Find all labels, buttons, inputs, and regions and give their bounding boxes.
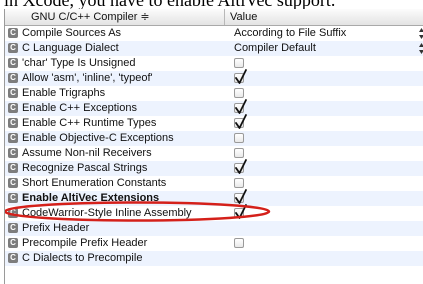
- setting-name: Enable Objective-C Exceptions: [22, 132, 174, 144]
- setting-name: Enable C++ Exceptions: [22, 102, 137, 114]
- checkbox-checked[interactable]: [234, 69, 247, 84]
- setting-name: Enable Trigraphs: [22, 87, 106, 99]
- column-header-value[interactable]: Value: [230, 9, 257, 25]
- table-row[interactable]: C C Dialects to Precompile: [5, 251, 423, 266]
- table-row[interactable]: C Enable C++ Runtime Types: [5, 114, 423, 131]
- checkbox-checked[interactable]: [234, 159, 247, 174]
- checkbox-unchecked[interactable]: [234, 178, 244, 188]
- checkbox-checked[interactable]: [234, 99, 247, 114]
- checkbox-unchecked[interactable]: [234, 148, 244, 158]
- setting-name: Assume Non-nil Receivers: [22, 147, 152, 159]
- checkbox-checked[interactable]: [234, 189, 247, 204]
- category-c-icon: C: [8, 73, 18, 83]
- category-c-icon: C: [8, 148, 18, 158]
- category-c-icon: C: [8, 178, 18, 188]
- setting-name: Prefix Header: [22, 222, 90, 234]
- checkbox-checked[interactable]: [234, 204, 247, 219]
- setting-name: Allow 'asm', 'inline', 'typeof': [22, 72, 153, 84]
- checkbox-unchecked[interactable]: [234, 58, 244, 68]
- setting-name: 'char' Type Is Unsigned: [22, 57, 136, 69]
- category-c-icon: C: [8, 253, 18, 263]
- category-c-icon: C: [8, 103, 18, 113]
- category-c-icon: C: [8, 58, 18, 68]
- table-row[interactable]: C Compile Sources As According to File Suf…: [5, 26, 423, 41]
- category-c-icon: C: [8, 208, 18, 218]
- category-c-icon: C: [8, 223, 18, 233]
- setting-name: Enable C++ Runtime Types: [22, 117, 157, 129]
- caption-text: in Xcode, you have to enable AltiVec sup…: [4, 0, 423, 9]
- table-row[interactable]: C C Language Dialect Compiler Default: [5, 41, 423, 56]
- category-c-icon: C: [8, 238, 18, 248]
- category-c-icon: C: [8, 28, 18, 38]
- checkbox-unchecked[interactable]: [234, 133, 244, 143]
- table-row[interactable]: C Short Enumeration Constants: [5, 176, 423, 191]
- table-row[interactable]: C CodeWarrior-Style Inline Assembly: [5, 204, 423, 221]
- table-row[interactable]: C Allow 'asm', 'inline', 'typeof': [5, 69, 423, 86]
- setting-name: Enable AltiVec Extensions: [22, 192, 160, 204]
- column-header-setting[interactable]: GNU C/C++ Compiler ≑: [5, 9, 225, 25]
- setting-value-select[interactable]: Compiler Default: [234, 41, 316, 56]
- setting-name: C Dialects to Precompile: [22, 252, 143, 264]
- popup-arrows-icon[interactable]: [419, 27, 423, 40]
- table-row[interactable]: C Enable C++ Exceptions: [5, 99, 423, 116]
- setting-name: Precompile Prefix Header: [22, 237, 148, 249]
- table-row[interactable]: C Enable AltiVec Extensions: [5, 189, 423, 206]
- setting-name: CodeWarrior-Style Inline Assembly: [22, 207, 192, 219]
- category-c-icon: C: [8, 193, 18, 203]
- table-header: GNU C/C++ Compiler ≑ Value: [5, 9, 423, 26]
- checkbox-checked[interactable]: [234, 114, 247, 129]
- table-row[interactable]: C Enable Objective-C Exceptions: [5, 131, 423, 146]
- setting-name: Compile Sources As: [22, 27, 122, 39]
- table-row[interactable]: C 'char' Type Is Unsigned: [5, 56, 423, 71]
- checkbox-unchecked[interactable]: [234, 238, 244, 248]
- category-c-icon: C: [8, 163, 18, 173]
- popup-arrows-icon[interactable]: [419, 42, 423, 55]
- setting-name: Short Enumeration Constants: [22, 177, 167, 189]
- category-c-icon: C: [8, 118, 18, 128]
- build-settings-table: GNU C/C++ Compiler ≑ Value C Compile Sour…: [4, 9, 423, 284]
- checkbox-unchecked[interactable]: [234, 88, 244, 98]
- setting-name: C Language Dialect: [22, 42, 119, 54]
- setting-value-select[interactable]: According to File Suffix: [234, 26, 346, 41]
- category-c-icon: C: [8, 88, 18, 98]
- table-row[interactable]: C Enable Trigraphs: [5, 86, 423, 101]
- table-row[interactable]: C Recognize Pascal Strings: [5, 159, 423, 176]
- category-c-icon: C: [8, 133, 18, 143]
- table-row[interactable]: C Precompile Prefix Header: [5, 236, 423, 251]
- table-row[interactable]: C Prefix Header: [5, 221, 423, 236]
- category-c-icon: C: [8, 43, 18, 53]
- table-row[interactable]: C Assume Non-nil Receivers: [5, 146, 423, 161]
- setting-name: Recognize Pascal Strings: [22, 162, 148, 174]
